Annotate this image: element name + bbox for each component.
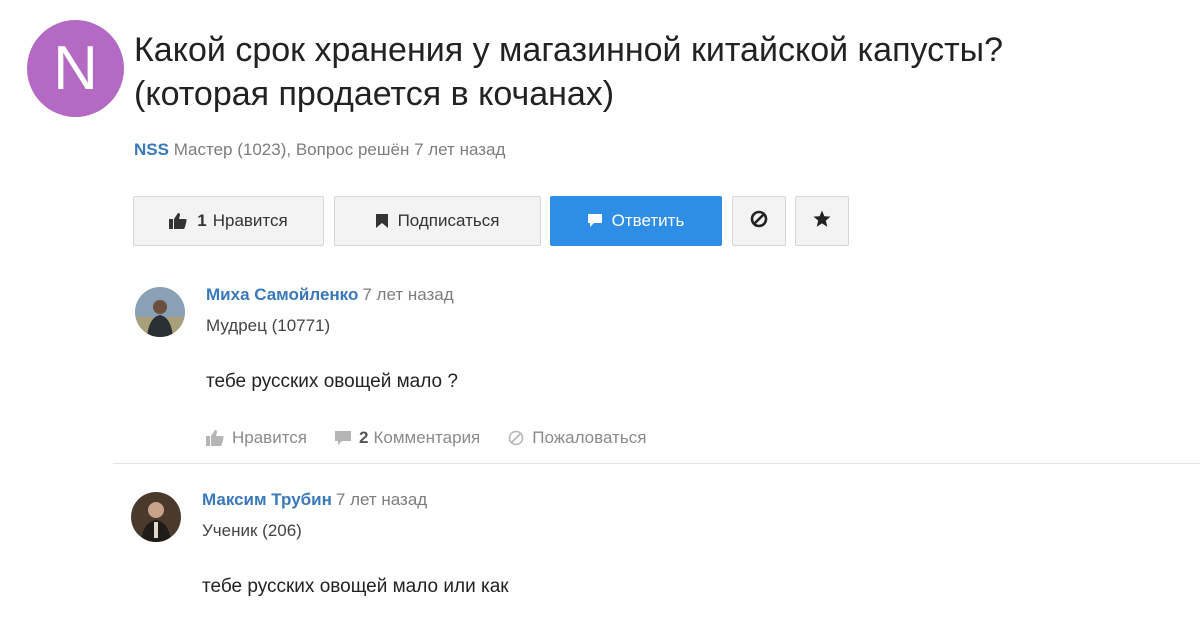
- bookmark-icon: [375, 214, 388, 228]
- question-title: Какой срок хранения у магазинной китайск…: [134, 28, 1134, 116]
- like-count: 1: [197, 211, 207, 230]
- star-icon: [813, 210, 831, 233]
- comment-icon: [335, 430, 352, 445]
- answer-like-button[interactable]: Нравится: [206, 428, 307, 448]
- answer-author-line: Максим Трубин 7 лет назад: [202, 490, 427, 510]
- favorite-button[interactable]: [795, 196, 849, 246]
- answer-like-label: Нравится: [232, 428, 308, 447]
- answer-label: Ответить: [611, 211, 685, 230]
- answer-divider: [113, 463, 1200, 464]
- like-button[interactable]: 1 Нравится: [133, 196, 324, 246]
- answer-report-button[interactable]: Пожаловаться: [508, 428, 646, 448]
- answer-time: 7 лет назад: [362, 285, 454, 304]
- answer-comments-label: Комментария: [373, 428, 481, 447]
- like-label: Нравится: [212, 211, 288, 230]
- answer-text: тебе русских овощей мало ?: [206, 371, 458, 392]
- answer-author-name[interactable]: Максим Трубин: [202, 490, 332, 509]
- thumbs-up-icon: [206, 430, 224, 446]
- answer-author-rank: Мудрец (10771): [206, 316, 331, 335]
- avatar-letter: N: [53, 34, 98, 103]
- question-page: N Какой срок хранения у магазинной китай…: [0, 0, 1200, 628]
- block-icon: [750, 210, 768, 233]
- answer-author-avatar[interactable]: [131, 492, 181, 542]
- answer-report-label: Пожаловаться: [532, 428, 647, 447]
- answer-author-rank: Ученик (206): [202, 521, 302, 540]
- answer-author-name[interactable]: Миха Самойленко: [206, 285, 358, 304]
- answer-author-line: Миха Самойленко 7 лет назад: [206, 285, 454, 305]
- question-title-line-1: Какой срок хранения у магазинной китайск…: [134, 31, 1004, 69]
- question-meta: NSS Мастер (1023), Вопрос решён 7 лет на…: [134, 140, 505, 160]
- answer-button[interactable]: Ответить: [550, 196, 722, 246]
- block-button[interactable]: [732, 196, 786, 246]
- subscribe-label: Подписаться: [397, 211, 500, 230]
- comment-icon: [587, 214, 602, 228]
- answer-actions: Нравится 2 Комментария Пожаловаться: [206, 428, 674, 448]
- answer-comments-count: 2: [359, 428, 369, 447]
- answer-comments-button[interactable]: 2 Комментария: [335, 428, 480, 448]
- question-title-line-2: (которая продается в кочанах): [134, 75, 615, 113]
- thumbs-up-icon: [169, 213, 187, 229]
- answer-time: 7 лет назад: [335, 490, 428, 509]
- block-icon: [508, 430, 524, 446]
- answer-author-avatar[interactable]: [135, 287, 185, 337]
- subscribe-button[interactable]: Подписаться: [334, 196, 541, 246]
- question-author-link[interactable]: NSS: [134, 140, 169, 159]
- question-meta-text: Мастер (1023), Вопрос решён 7 лет назад: [173, 140, 506, 159]
- question-author-avatar[interactable]: N: [27, 20, 124, 117]
- answer-text: тебе русских овощей мало или как: [202, 576, 509, 597]
